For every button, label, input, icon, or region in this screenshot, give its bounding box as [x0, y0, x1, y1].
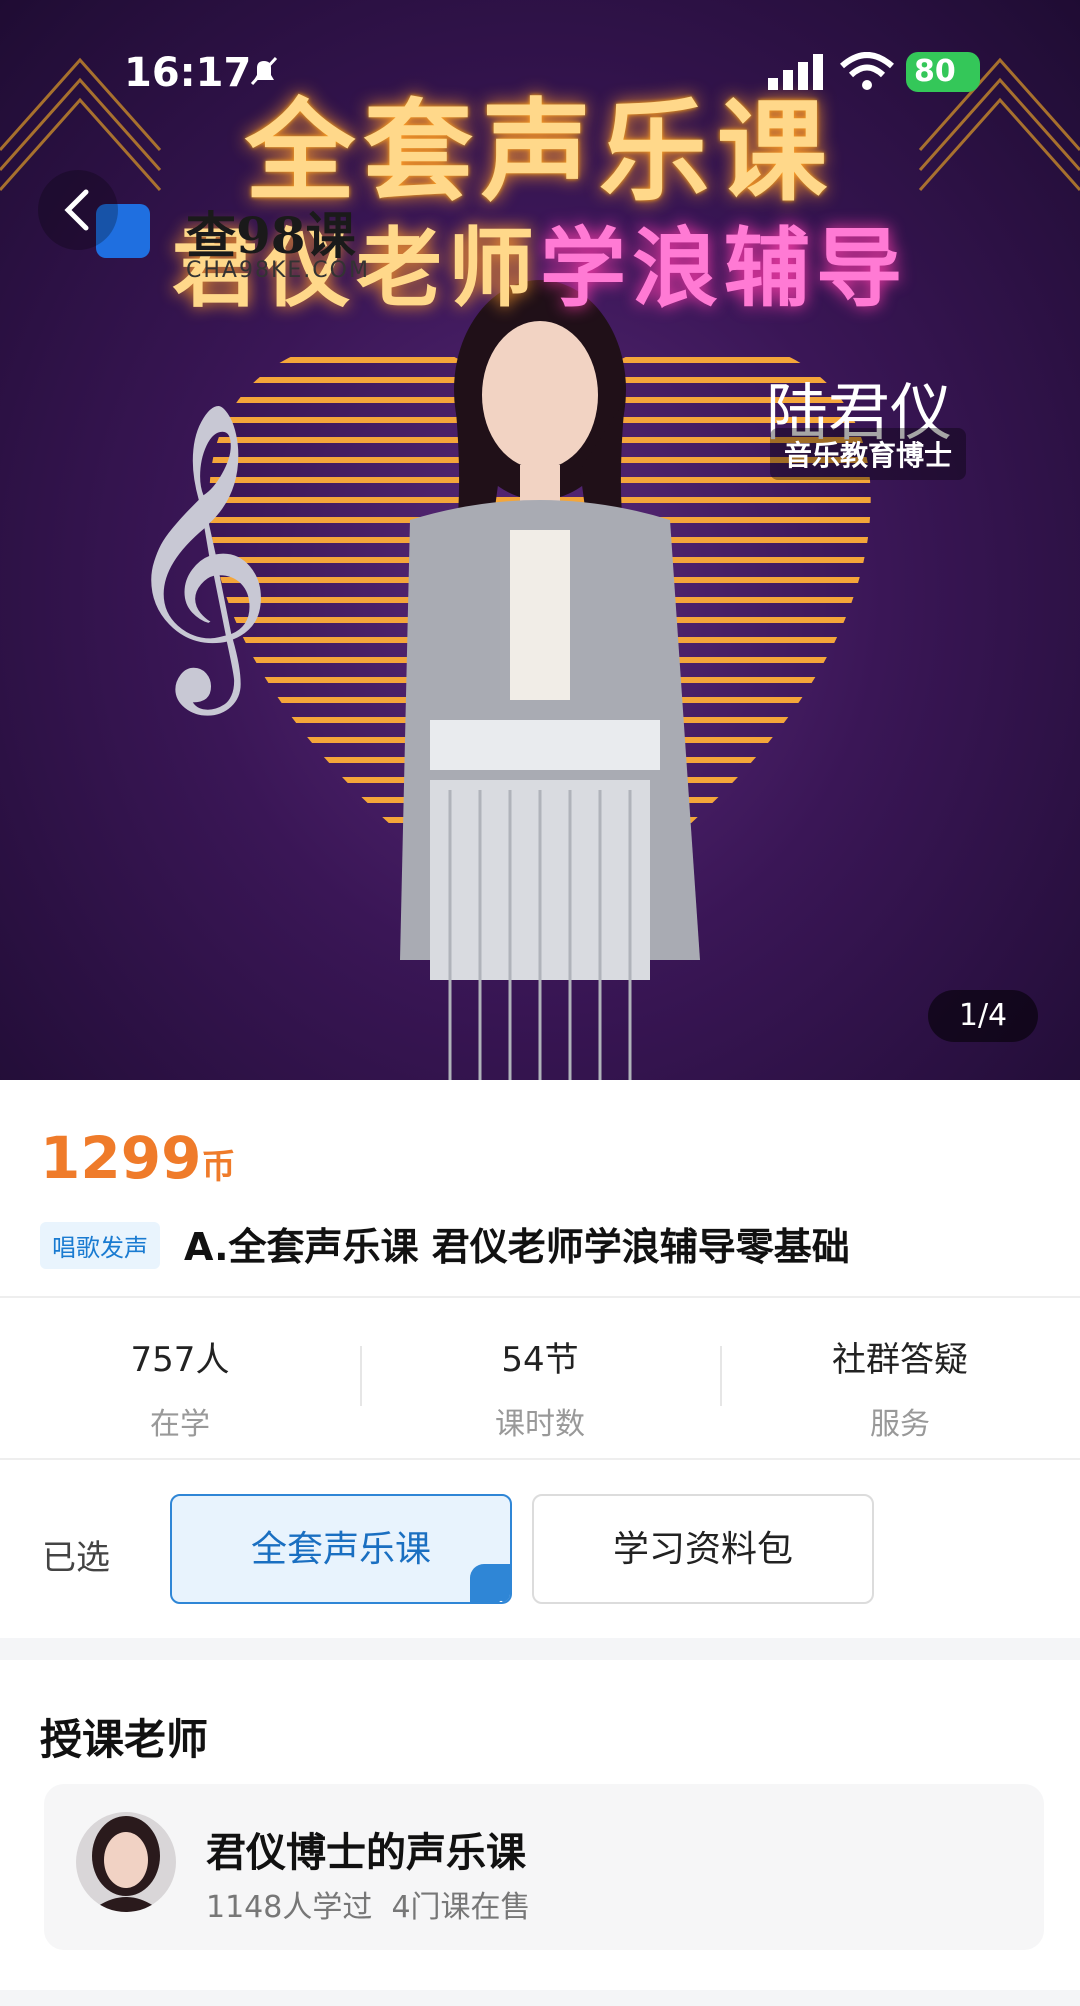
battery-icon: 80: [906, 52, 980, 92]
stat-value: 757人: [130, 1340, 230, 1380]
option-label: 全套声乐课: [250, 1529, 431, 1570]
selected-label: 已选: [42, 1538, 110, 1578]
stat-label: 服务: [870, 1407, 930, 1442]
stat-label: 在学: [150, 1407, 210, 1442]
stat-learners: 757人 在学: [0, 1332, 360, 1443]
cover-subtitle-highlight: 学浪辅导: [540, 219, 908, 319]
selected-check-badge: [470, 1564, 510, 1602]
watermark: 查98课 CHA98KE.COM: [96, 196, 386, 296]
section-title: 授课老师: [40, 1715, 209, 1764]
category-badge: 唱歌发声: [40, 1222, 160, 1269]
option-study-materials[interactable]: 学习资料包: [532, 1494, 874, 1604]
teacher-meta: 1148人学过 4门课在售: [206, 1882, 531, 1926]
watermark-subtext: CHA98KE.COM: [186, 258, 370, 283]
teacher-card[interactable]: [44, 1784, 1044, 1950]
bell-mute-icon: [250, 56, 278, 86]
price-unit: 币: [201, 1147, 236, 1187]
signal-icon: [768, 54, 823, 90]
teacher-role-label: 音乐教育博士: [770, 428, 967, 480]
course-cover-carousel[interactable]: 𝄞 全套声乐课 君仪老师学浪辅导 查98课 CHA98KE.COM 陆君仪 音乐…: [0, 0, 1080, 1080]
treble-clef-icon: 𝄞: [120, 400, 274, 717]
status-time: 16:17: [124, 50, 252, 96]
teacher-name: 君仪博士的声乐课: [206, 1830, 526, 1876]
back-arrow-icon: [64, 189, 89, 231]
divider: [0, 1458, 1080, 1460]
stat-value: 社群答疑: [832, 1340, 968, 1380]
stat-label: 课时数: [495, 1407, 585, 1442]
stat-service: 社群答疑 服务: [720, 1332, 1080, 1443]
stat-value: 54节: [501, 1340, 579, 1380]
avatar[interactable]: [76, 1812, 176, 1912]
stat-lessons: 54节 课时数: [360, 1332, 720, 1443]
wifi-icon: [840, 52, 894, 90]
back-button[interactable]: [38, 170, 118, 250]
option-label: 学习资料包: [612, 1529, 793, 1570]
page-indicator: 1/4: [928, 990, 1038, 1042]
price: 1299币: [40, 1124, 235, 1192]
teacher-course-count: 4门课在售: [391, 1890, 531, 1925]
status-bar: 16:17 80: [0, 0, 1080, 140]
course-stats: 757人 在学 54节 课时数 社群答疑 服务: [0, 1298, 1080, 1458]
teacher-avatar-image: [76, 1812, 176, 1912]
option-full-course[interactable]: 全套声乐课: [170, 1494, 512, 1604]
check-icon: [499, 1601, 503, 1602]
course-title: A.全套声乐课 君仪老师学浪辅导零基础: [184, 1225, 850, 1269]
price-value: 1299: [40, 1124, 202, 1192]
teacher-learners: 1148人学过: [206, 1890, 373, 1925]
